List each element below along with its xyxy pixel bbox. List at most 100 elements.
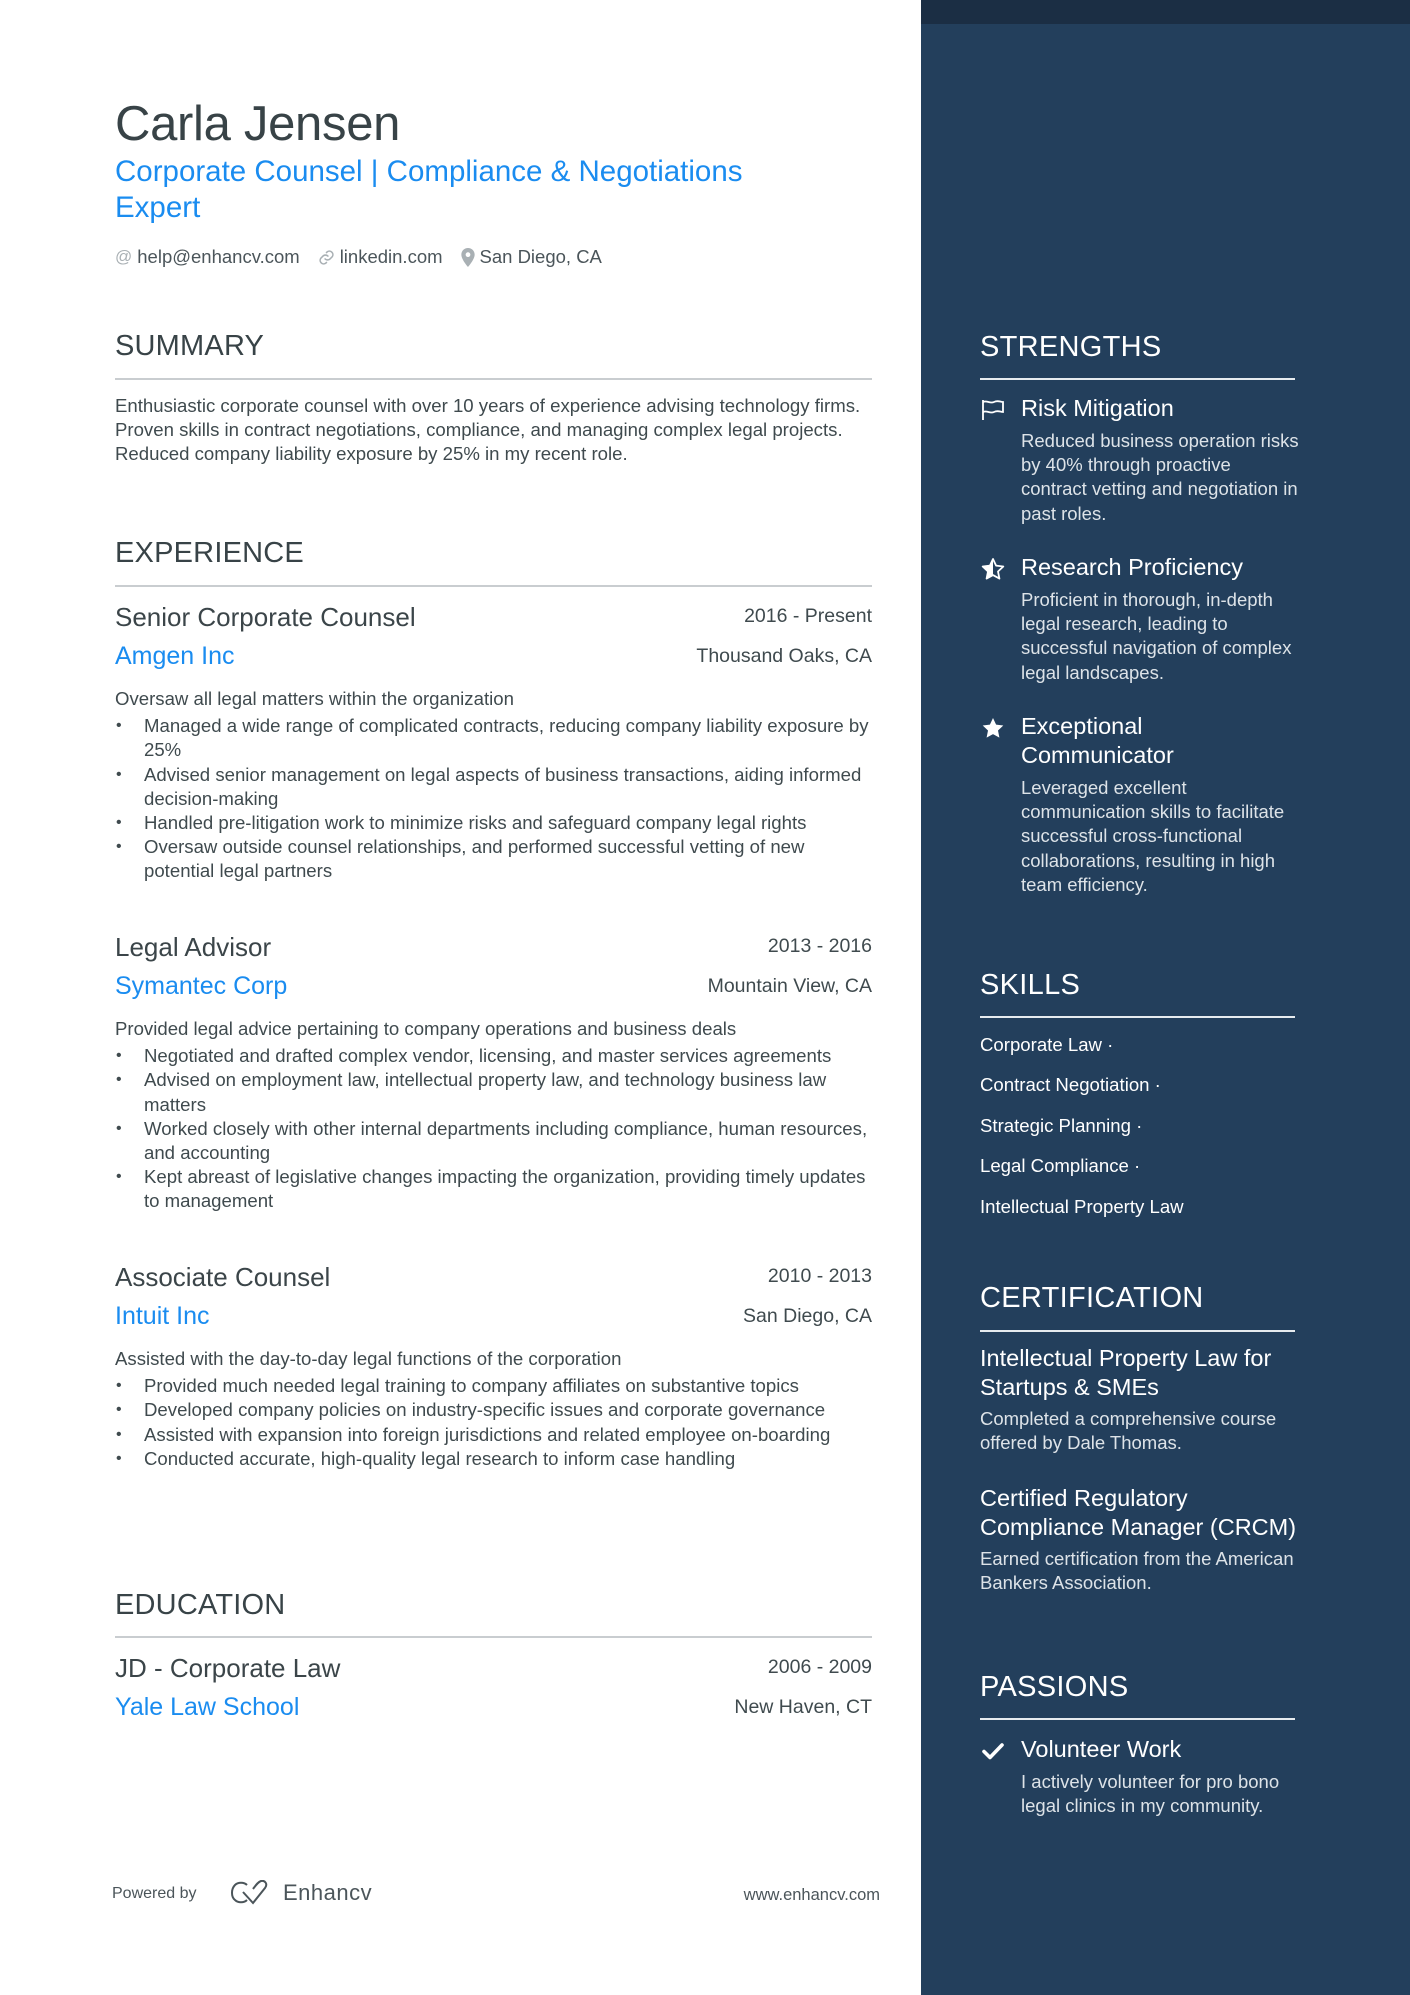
contact-location: San Diego, CA: [460, 246, 602, 268]
contact-linkedin[interactable]: linkedin.com: [318, 246, 443, 268]
certification-title: Certified Regulatory Compliance Manager …: [980, 1485, 1297, 1540]
bullet-item: • Managed a wide range of complicated con…: [116, 715, 869, 761]
powered-by-label: Powered by: [112, 1885, 197, 1902]
passions-heading: PASSIONS: [980, 1671, 1129, 1703]
school-name: Yale Law School: [115, 1693, 300, 1721]
strength-item: Research Proficiency Proficient in thoro…: [980, 553, 1300, 685]
location-pin-icon: [460, 247, 475, 267]
strengths-heading: STRENGTHS: [980, 331, 1162, 363]
flag-icon: [980, 398, 1006, 422]
bullet-item: • Worked closely with other internal depa…: [116, 1117, 868, 1164]
bullet-item: • Developed company policies on industry-…: [116, 1399, 826, 1421]
certification-description: Earned certification from the American B…: [980, 1548, 1294, 1594]
bullet-item: • Kept abreast of legislative changes imp…: [116, 1166, 866, 1212]
summary-heading: SUMMARY: [115, 330, 265, 362]
strength-item: Exceptional Communicator Leveraged excel…: [980, 712, 1300, 897]
link-icon: [318, 249, 335, 266]
strength-title: Research Proficiency: [1021, 554, 1244, 580]
passion-description: I actively volunteer for pro bono legal …: [1021, 1771, 1280, 1817]
strength-item: Risk Mitigation Reduced business operati…: [980, 394, 1300, 526]
enhancv-logo-icon: [231, 1880, 268, 1905]
brand-name: Enhancv: [283, 1880, 373, 1905]
candidate-headline: Corporate Counsel | Compliance & Negotia…: [115, 155, 743, 224]
bullet-item: • Advised on employment law, intellectual…: [116, 1069, 827, 1115]
job-bullets: • Negotiated and drafted complex vendor, …: [115, 1044, 872, 1213]
job-description: Provided legal advice pertaining to comp…: [115, 1018, 737, 1039]
contact-linkedin-text: linkedin.com: [339, 246, 443, 267]
half-star-icon: [980, 557, 1006, 581]
bullet-item: • Oversaw outside counsel relationships, …: [116, 836, 805, 882]
degree: JD - Corporate Law: [115, 1653, 341, 1683]
experience-entry: Senior Corporate Counsel 2016 - Present …: [115, 602, 872, 884]
job-title: Senior Corporate Counsel: [115, 602, 416, 632]
strengths-divider: [980, 378, 1295, 380]
strength-title: Risk Mitigation: [1021, 395, 1174, 421]
experience-entry: Associate Counsel 2010 - 2013 Intuit Inc…: [115, 1262, 872, 1471]
job-dates: 2010 - 2013: [767, 1265, 872, 1287]
certification-heading: CERTIFICATION: [980, 1282, 1204, 1314]
contact-email[interactable]: @ help@enhancv.com: [115, 246, 300, 268]
website-link[interactable]: www.enhancv.com: [744, 1886, 880, 1905]
candidate-name: Carla Jensen: [115, 97, 401, 151]
certification-description: Completed a comprehensive course offered…: [980, 1408, 1277, 1454]
contact-info: @ help@enhancv.com linkedin.com San Dieg…: [115, 246, 602, 268]
bullet-item: • Negotiated and drafted complex vendor, …: [116, 1045, 832, 1067]
job-description: Assisted with the day-to-day legal funct…: [115, 1348, 622, 1369]
job-title: Legal Advisor: [115, 932, 272, 962]
experience-heading: EXPERIENCE: [115, 537, 304, 569]
at-icon: @: [115, 247, 133, 266]
summary-text: Enthusiastic corporate counsel with over…: [115, 395, 861, 465]
bullet-item: • Provided much needed legal training to …: [116, 1375, 799, 1397]
job-bullets: • Provided much needed legal training to …: [115, 1374, 872, 1471]
skills-heading: SKILLS: [980, 969, 1081, 1001]
bullet-item: • Advised senior management on legal aspe…: [116, 763, 862, 809]
education-heading: EDUCATION: [115, 1589, 286, 1621]
passion-item: Volunteer Work I actively volunteer for …: [980, 1735, 1300, 1818]
skill-item: Corporate Law ·: [980, 1034, 1114, 1055]
education-location: New Haven, CT: [734, 1696, 872, 1718]
strength-description: Leveraged excellent communication skills…: [1021, 777, 1285, 895]
strength-description: Proficient in thorough, in-depth legal r…: [1021, 589, 1292, 683]
skill-item: Legal Compliance ·: [980, 1155, 1141, 1176]
strength-description: Reduced business operation risks by 40% …: [1021, 430, 1299, 524]
passions-divider: [980, 1718, 1295, 1720]
passion-title: Volunteer Work: [1021, 1736, 1182, 1762]
job-dates: 2013 - 2016: [767, 935, 872, 957]
experience-entry: Legal Advisor 2013 - 2016 Symantec Corp …: [115, 932, 872, 1214]
certification-item: Certified Regulatory Compliance Manager …: [980, 1484, 1300, 1595]
job-dates: 2016 - Present: [744, 605, 872, 627]
experience-divider: [115, 585, 872, 587]
company-name: Intuit Inc: [115, 1302, 210, 1330]
job-description: Oversaw all legal matters within the org…: [115, 688, 514, 709]
job-location: San Diego, CA: [743, 1305, 872, 1327]
education-entry: JD - Corporate Law 2006 - 2009 Yale Law …: [115, 1653, 872, 1733]
certification-title: Intellectual Property Law for Startups &…: [980, 1345, 1272, 1400]
certification-divider: [980, 1330, 1295, 1332]
skill-item: Intellectual Property Law: [980, 1196, 1184, 1217]
certification-item: Intellectual Property Law for Startups &…: [980, 1344, 1300, 1455]
check-icon: [980, 1739, 1006, 1763]
job-location: Thousand Oaks, CA: [696, 645, 872, 667]
summary-divider: [115, 378, 872, 380]
company-name: Amgen Inc: [115, 642, 235, 670]
company-name: Symantec Corp: [115, 972, 288, 1000]
contact-location-text: San Diego, CA: [479, 246, 602, 267]
education-dates: 2006 - 2009: [767, 1656, 872, 1678]
skill-item: Strategic Planning ·: [980, 1115, 1143, 1136]
bullet-item: • Handled pre-litigation work to minimize…: [116, 812, 807, 834]
skills-divider: [980, 1016, 1295, 1018]
skill-item: Contract Negotiation ·: [980, 1074, 1161, 1095]
job-title: Associate Counsel: [115, 1262, 331, 1292]
strength-title: Exceptional Communicator: [1021, 713, 1174, 768]
job-location: Mountain View, CA: [707, 975, 872, 997]
sidebar-top-band: [921, 0, 1410, 24]
bullet-item: • Assisted with expansion into foreign ju…: [116, 1423, 831, 1445]
contact-email-text: help@enhancv.com: [137, 246, 300, 267]
footer: Powered by Enhancv www.enhancv.com: [112, 1880, 880, 1910]
bullet-item: • Conducted accurate, high-quality legal …: [116, 1447, 736, 1469]
enhancv-logo[interactable]: Enhancv: [229, 1880, 372, 1906]
star-icon: [980, 716, 1006, 740]
job-bullets: • Managed a wide range of complicated con…: [115, 714, 872, 883]
education-divider: [115, 1636, 872, 1638]
sidebar: STRENGTHS Risk Mitigation Reduced busine…: [921, 0, 1410, 1995]
